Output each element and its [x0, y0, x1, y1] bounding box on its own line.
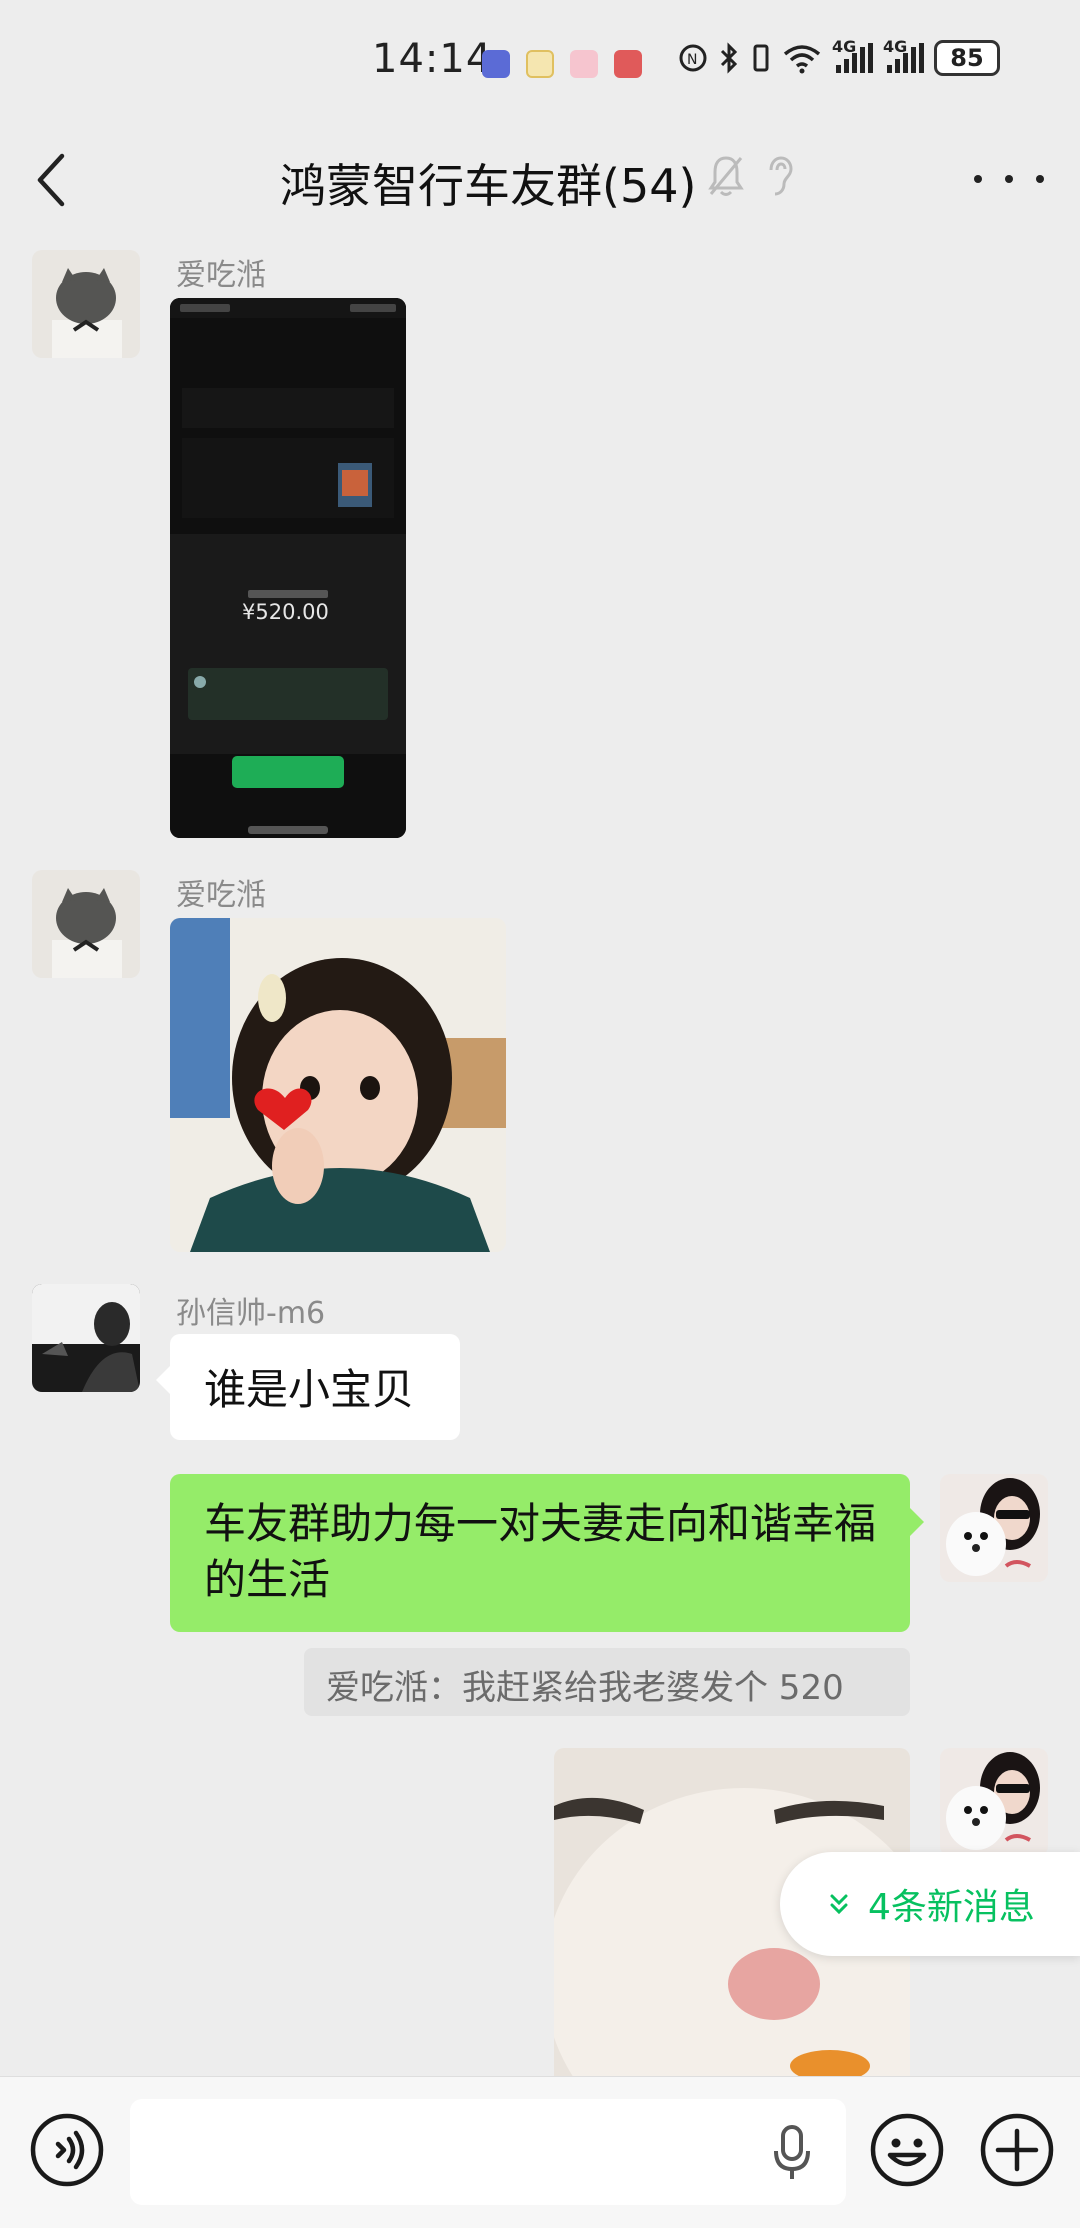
- network-type: 4G: [832, 37, 857, 56]
- avatar[interactable]: [32, 870, 140, 978]
- avatar-cat-image: [32, 250, 140, 358]
- new-messages-label: 4条新消息: [868, 1887, 1035, 1928]
- self-message-bubble[interactable]: 车友群助力每一对夫妻走向和谐幸福的生活: [170, 1474, 924, 1632]
- message-input[interactable]: [130, 2099, 846, 2205]
- avatar-cat-image: [32, 870, 140, 978]
- network-type: 4G: [883, 37, 908, 56]
- chat-title: 鸿蒙智行车友群(54): [280, 159, 697, 213]
- vibrate-icon: [753, 44, 769, 72]
- avatar-man-image: [32, 1284, 140, 1392]
- battery-level: 85: [950, 44, 984, 72]
- app-notification-icon: [614, 50, 642, 78]
- voice-mode-icon[interactable]: [28, 2111, 106, 2189]
- more-dot-icon: [1005, 175, 1013, 183]
- double-chevron-down-icon: [830, 1894, 848, 1915]
- back-button[interactable]: [34, 146, 94, 214]
- nfc-icon: N: [679, 44, 707, 72]
- earpiece-icon: [769, 156, 793, 196]
- status-bar: 14:14 N 4G 4G 85: [0, 0, 1080, 120]
- signal-icon: 4G: [832, 37, 873, 73]
- image-message[interactable]: ¥520.00: [170, 298, 406, 838]
- battery-icon: 85: [934, 40, 1000, 76]
- sender-name: 孙信帅-m6: [176, 1296, 326, 1331]
- chevron-left-icon: [37, 153, 65, 207]
- self-avatar[interactable]: [940, 1748, 1048, 1856]
- avatar-woman-dog-image: [940, 1748, 1048, 1856]
- payment-screenshot-image: [170, 298, 406, 838]
- emoji-icon[interactable]: [868, 2111, 946, 2189]
- sender-name: 爱吃湉: [176, 258, 266, 293]
- mute-bell-icon: [708, 156, 744, 196]
- status-time: 14:14: [372, 36, 493, 82]
- bluetooth-icon: [720, 42, 738, 74]
- message-bubble[interactable]: 谁是小宝贝: [156, 1334, 460, 1440]
- svg-text:N: N: [687, 52, 697, 68]
- avatar-woman-dog-image: [940, 1474, 1048, 1582]
- signal-icon: 4G: [883, 37, 924, 73]
- chat-header: 鸿蒙智行车友群(54): [0, 120, 1080, 240]
- self-avatar[interactable]: [940, 1474, 1048, 1582]
- input-bar: [0, 2076, 1080, 2228]
- chat-screen: 14:14 N 4G 4G 85 鸿蒙智行车友群(54) 爱吃湉 ¥520.00…: [0, 0, 1080, 2228]
- more-options-button[interactable]: [974, 154, 1044, 204]
- app-notification-icon: [526, 50, 554, 78]
- sender-name: 爱吃湉: [176, 878, 266, 913]
- microphone-icon[interactable]: [772, 2123, 812, 2183]
- more-dot-icon: [1036, 175, 1044, 183]
- new-messages-button[interactable]: 4条新消息: [780, 1852, 1080, 1956]
- avatar[interactable]: [32, 1284, 140, 1392]
- quoted-message[interactable]: 爱吃湉：我赶紧给我老婆发个 520: [304, 1648, 910, 1716]
- more-dot-icon: [974, 175, 982, 183]
- add-icon[interactable]: [978, 2111, 1056, 2189]
- app-notification-icon: [482, 50, 510, 78]
- child-sticker-image: [170, 918, 506, 1252]
- status-icons: N 4G 4G 85: [678, 37, 1000, 76]
- image-message[interactable]: [170, 918, 506, 1252]
- app-notification-icon: [570, 50, 598, 78]
- payment-amount: ¥520.00: [242, 600, 329, 624]
- wifi-icon: [783, 45, 821, 74]
- avatar[interactable]: [32, 250, 140, 358]
